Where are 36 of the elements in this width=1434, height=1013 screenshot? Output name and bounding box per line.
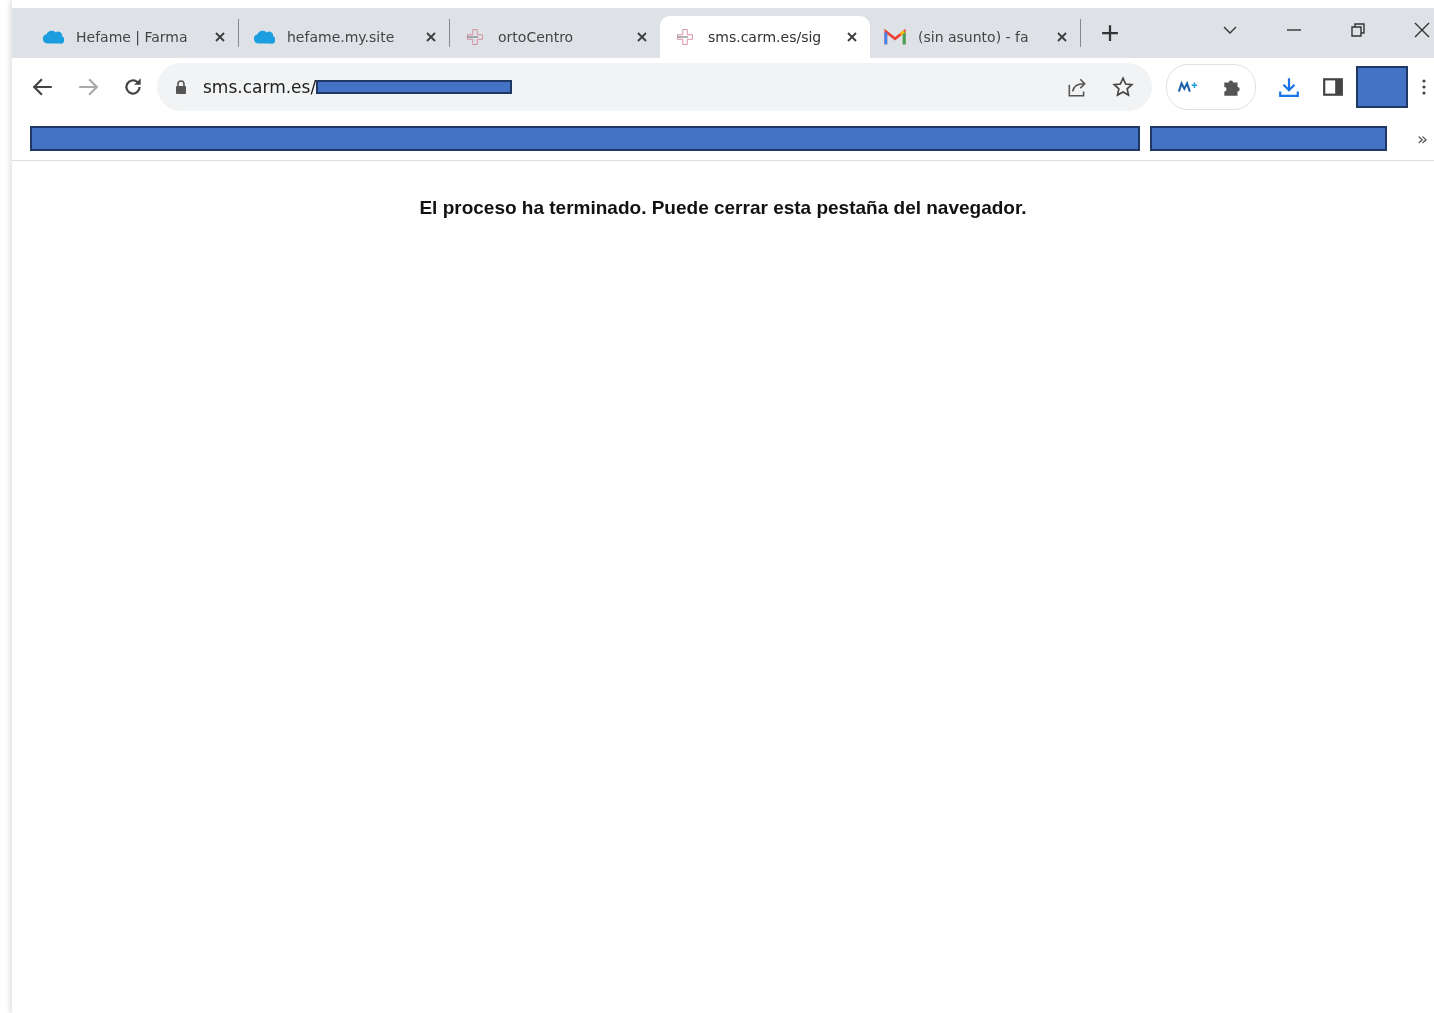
share-icon[interactable] <box>1066 76 1088 98</box>
browser-tab[interactable]: ortoCentro <box>450 16 660 58</box>
browser-tab[interactable]: (sin asunto) - fa <box>870 16 1080 58</box>
tab-title: sms.carm.es/sig <box>708 29 823 45</box>
close-icon[interactable] <box>1414 22 1430 38</box>
redaction-block <box>1356 66 1408 108</box>
tab-title: Hefame | Farma <box>76 29 189 45</box>
browser-tab[interactable]: Hefame | Farma <box>28 16 238 58</box>
new-tab-icon[interactable] <box>1101 24 1119 42</box>
close-icon[interactable] <box>1056 31 1068 43</box>
close-icon[interactable] <box>636 31 648 43</box>
lock-icon <box>175 80 187 94</box>
back-arrow-icon[interactable] <box>32 76 54 98</box>
browser-tab[interactable]: sms.carm.es/sig <box>660 16 870 58</box>
star-icon[interactable] <box>1112 76 1134 98</box>
cross-icon <box>464 28 486 46</box>
restore-icon[interactable] <box>1350 22 1366 38</box>
mail-icon <box>884 28 906 46</box>
cloud-icon <box>42 28 64 46</box>
tab-title: hefame.my.site <box>287 29 396 45</box>
close-icon[interactable] <box>846 31 858 43</box>
close-icon[interactable] <box>214 31 226 43</box>
tab-title: (sin asunto) - fa <box>918 29 1030 45</box>
url-text: sms.carm.es/ <box>203 77 317 97</box>
download-icon[interactable] <box>1278 76 1300 98</box>
completion-message: El proceso ha terminado. Puede cerrar esta pestaña del navegador. <box>418 197 1028 219</box>
bookmarks-overflow[interactable]: » <box>1417 127 1428 149</box>
address-bar[interactable]: sms.carm.es/ <box>157 63 1152 111</box>
menu-icon[interactable] <box>1422 79 1426 95</box>
cloud-icon <box>253 28 275 46</box>
reload-icon[interactable] <box>122 76 144 98</box>
browser-tab[interactable]: hefame.my.site <box>239 16 449 58</box>
side-panel-icon[interactable] <box>1322 76 1344 98</box>
cross-icon <box>674 28 696 46</box>
tab-title: ortoCentro <box>498 29 575 45</box>
close-icon[interactable] <box>425 31 437 43</box>
